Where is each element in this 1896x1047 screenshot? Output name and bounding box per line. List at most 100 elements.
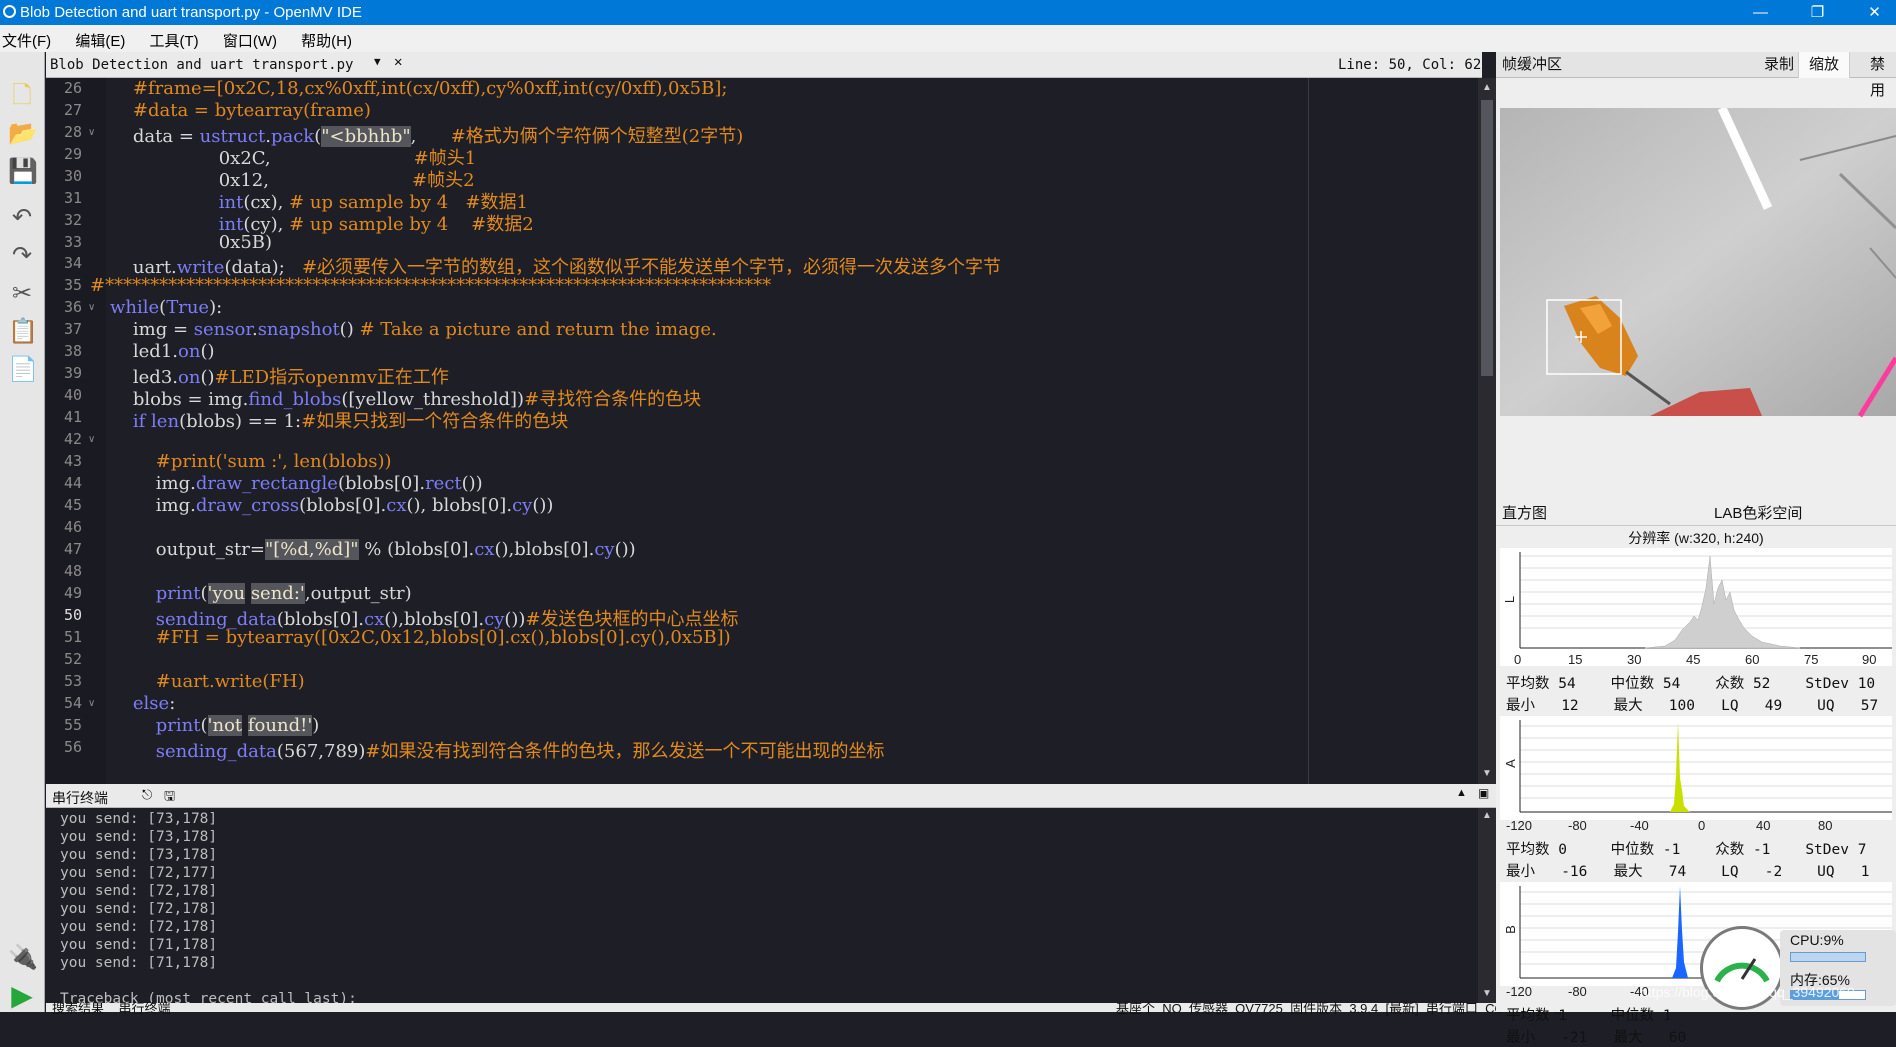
fold-marker-icon[interactable]: ∨ [88, 698, 95, 709]
colorspace-selector[interactable]: LAB色彩空间 [1714, 502, 1802, 526]
axis-B: B [1502, 925, 1518, 934]
menu-edit[interactable]: 编辑(E) [73, 25, 131, 51]
terminal-scrollbar[interactable]: ▲ ▼ [1478, 808, 1496, 1003]
fold-marker-icon[interactable]: ∨ [88, 127, 95, 138]
maximize-button[interactable]: ❐ [1795, 0, 1840, 25]
tick: -80 [1568, 984, 1587, 999]
watermark: https://blog.csdn.net/qq_39492060 [1640, 984, 1855, 1000]
fold-marker-icon[interactable]: ∨ [88, 434, 95, 445]
tick: 80 [1818, 818, 1833, 833]
status-bar: 搜索结果 串行终端 基座个 NO 传感器 OV7725 固件版本 3.9.4 [… [46, 1001, 1562, 1016]
close-button[interactable]: ✕ [1852, 0, 1896, 25]
serial-line: you send: [72,177] [60, 865, 218, 881]
line-number: 42 [63, 430, 82, 448]
tick: -120 [1506, 818, 1533, 833]
code-line: sending_data(567,789)#如果没有找到符合条件的色块，那么发送… [155, 741, 885, 762]
code-line: else: [132, 693, 176, 714]
redo-icon[interactable]: ↷ [8, 242, 36, 270]
serial-line: you send: [73,178] [60, 847, 218, 863]
margin-guide [1308, 78, 1309, 784]
line-number: 51 [63, 628, 82, 646]
tick: 45 [1686, 652, 1701, 667]
code-line: if len(blobs) == 1:#如果只找到一个符合条件的色块 [132, 411, 569, 432]
scroll-up-icon[interactable]: ▲ [1482, 810, 1492, 821]
editor-tab[interactable]: Blob Detection and uart transport.py [50, 57, 353, 73]
line-number: 48 [63, 562, 82, 580]
status-left[interactable]: 搜索结果 串行终端 [52, 998, 170, 1017]
line-number: 37 [63, 320, 82, 338]
line-number: 55 [63, 716, 82, 734]
line-number: 43 [63, 452, 82, 470]
framebuffer-image [1500, 108, 1896, 472]
open-folder-icon[interactable]: 📂 [8, 120, 38, 148]
line-number: 52 [63, 650, 82, 668]
openmv-app-icon [3, 5, 16, 18]
float-panel-icon[interactable]: ▣ [1478, 786, 1489, 800]
cursor-position: Line: 50, Col: 62 [1338, 57, 1482, 73]
line-number-current: 50 [63, 606, 82, 624]
tick: -80 [1568, 818, 1587, 833]
editor-tab-bar: Blob Detection and uart transport.py ▼ ✕… [46, 52, 1482, 78]
scroll-up-icon[interactable]: ▲ [1482, 82, 1492, 93]
minimize-button[interactable]: — [1738, 0, 1783, 25]
menu-window[interactable]: 窗口(W) [221, 25, 283, 51]
line-number: 35 [63, 276, 82, 294]
code-line: img.draw_rectangle(blobs[0].rect()) [110, 473, 483, 494]
save-terminal-icon[interactable]: 🖫 [164, 787, 175, 809]
line-number: 30 [63, 167, 82, 185]
menu-bar: 文件(F) 编辑(E) 工具(T) 窗口(W) 帮助(H) [0, 25, 1896, 52]
tick: -40 [1630, 818, 1649, 833]
line-number: 46 [63, 518, 82, 536]
L-ticks: 0 15 30 45 60 75 90 [1500, 652, 1892, 670]
scrollbar-thumb[interactable] [1481, 100, 1493, 376]
cpu-usage: CPU:9% [1790, 932, 1844, 948]
connect-icon[interactable]: 🔌 [8, 944, 38, 972]
line-number: 38 [63, 342, 82, 360]
serial-terminal-header: 串行终端 ⎋ 🖫 ▲ ▣ [46, 784, 1496, 808]
code-line: #uart.write(FH) [155, 671, 305, 692]
record-button[interactable]: 录制 [1764, 52, 1794, 78]
collapse-icon[interactable]: ▲ [1456, 787, 1467, 799]
A-stats-row2: 最小 -16 最大 74 LQ -2 UQ 1 [1506, 864, 1870, 880]
serial-line: you send: [72,178] [60, 901, 218, 917]
L-stats-row2: 最小 12 最大 100 LQ 49 UQ 57 [1506, 698, 1879, 714]
disable-button[interactable]: 禁用 [1870, 52, 1896, 104]
tick: 0 [1514, 652, 1522, 667]
resolution-label: 分辨率 (w:320, h:240) [1628, 530, 1764, 546]
line-number: 32 [63, 211, 82, 229]
framebuffer-header: 帧缓冲区 录制 缩放 禁用 [1496, 52, 1896, 99]
save-icon[interactable]: 💾 [8, 158, 38, 186]
tick: 15 [1568, 652, 1583, 667]
left-toolbar: 🗋 📂 💾 ↶ ↷ ✂ 📋 📄 🔌 ▶ [0, 52, 45, 1012]
run-icon[interactable]: ▶ [8, 982, 36, 1010]
title-bar: Blob Detection and uart transport.py - O… [0, 0, 1896, 25]
line-number: 44 [63, 474, 82, 492]
editor-scrollbar[interactable]: ▲ ▼ [1478, 78, 1496, 784]
B-stats-row1: 平均数 1 中位数 1 [1506, 1008, 1672, 1024]
line-number: 47 [63, 540, 82, 558]
code-line: #***************************************… [90, 275, 772, 296]
fold-marker-icon[interactable]: ∨ [88, 302, 95, 313]
histogram-A-plot [1519, 720, 1892, 813]
serial-terminal-output[interactable]: you send: [73,178] you send: [73,178] yo… [46, 808, 1478, 1003]
cut-icon[interactable]: ✂ [8, 280, 36, 308]
code-line: print('not found!') [155, 715, 320, 736]
line-number: 53 [63, 672, 82, 690]
serial-line: you send: [73,178] [60, 829, 218, 845]
undo-icon[interactable]: ↶ [8, 204, 36, 232]
new-file-icon[interactable]: 🗋 [8, 82, 36, 110]
copy-icon[interactable]: 📋 [8, 318, 38, 346]
code-editor[interactable]: 26 27 28 ∨ 29 30 31 32 33 34 35 36 ∨ 37 … [46, 78, 1482, 784]
tab-close-icon[interactable]: ✕ [394, 54, 402, 70]
axis-A: A [1502, 759, 1518, 768]
paste-icon[interactable]: 📄 [8, 356, 38, 384]
serial-terminal-title: 串行终端 [52, 790, 108, 806]
menu-file[interactable]: 文件(F) [0, 25, 57, 51]
menu-tools[interactable]: 工具(T) [148, 25, 205, 51]
camera-frame [1500, 108, 1896, 472]
menu-help[interactable]: 帮助(H) [299, 25, 358, 51]
tab-dropdown-icon[interactable]: ▼ [374, 55, 381, 68]
clear-terminal-icon[interactable]: ⎋ [142, 787, 152, 803]
zoom-button[interactable]: 缩放 [1798, 52, 1850, 78]
scroll-down-icon[interactable]: ▼ [1482, 768, 1492, 779]
